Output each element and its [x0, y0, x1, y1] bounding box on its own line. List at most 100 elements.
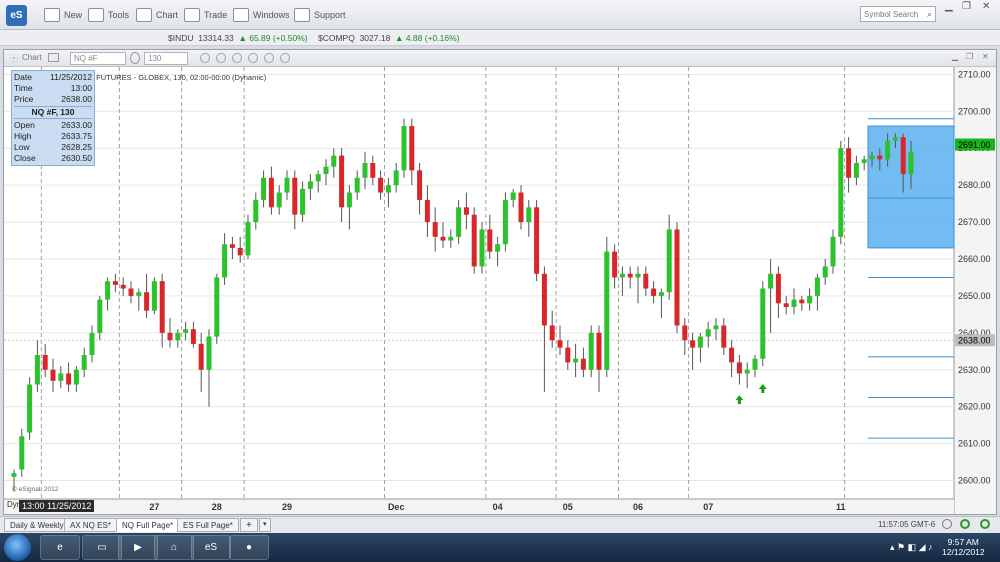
esignal-app-icon[interactable]: eS — [6, 5, 27, 26]
menu-tools[interactable]: Tools — [88, 0, 129, 30]
tabs-dropdown-button[interactable]: ▾ — [259, 518, 271, 532]
x-tick-label: Dec — [388, 502, 405, 512]
y-tick-label: 2680.00 — [958, 180, 991, 190]
candle-body — [315, 174, 321, 182]
play-icon[interactable] — [248, 53, 258, 63]
menu-windows[interactable]: Windows — [233, 0, 290, 30]
candle-body — [73, 369, 79, 385]
close-button[interactable]: ✕ — [982, 1, 990, 12]
candle-body — [651, 288, 657, 296]
menu-trade[interactable]: Trade — [184, 0, 227, 30]
recorder-icon[interactable]: ● — [229, 535, 269, 560]
pause-icon[interactable] — [264, 53, 274, 63]
candle-body — [346, 192, 352, 208]
globe-icon[interactable] — [942, 519, 952, 529]
chart-toolbar: ⿻ Chart NQ #F 130 ▁ ❐ ✕ — [4, 50, 996, 67]
app-header: eS New Tools Chart Trade Windows Support… — [0, 0, 1000, 30]
chart-window-icon: ⿻ — [10, 54, 18, 63]
status-time: 11:57:05 GMT-6 — [878, 520, 936, 529]
menu-support-label: Support — [314, 10, 346, 20]
candle-body — [596, 332, 602, 370]
power-icon[interactable] — [980, 519, 990, 529]
tab-es-full-page[interactable]: ES Full Page* — [177, 518, 239, 532]
link-icon[interactable] — [48, 53, 59, 62]
y-tick-label: 2660.00 — [958, 254, 991, 264]
candle-body — [549, 325, 555, 341]
esignal-icon[interactable]: eS — [191, 535, 231, 560]
ticker-indu[interactable]: $INDU 13314.33 ▲ 65.89 (+0.50%) — [168, 33, 308, 43]
minimize-button[interactable]: ▁ — [945, 1, 953, 12]
candle-body — [697, 336, 703, 348]
y-tick-label: 2610.00 — [958, 439, 991, 449]
start-button[interactable] — [4, 534, 31, 561]
menu-tools-label: Tools — [108, 10, 130, 20]
connection-status-icon[interactable] — [960, 519, 970, 529]
x-tick-label: 06 — [633, 502, 643, 512]
candle-body — [463, 207, 469, 215]
candle-body — [58, 373, 64, 381]
candle-body — [112, 281, 118, 285]
candle-body — [744, 369, 750, 374]
candle-body — [206, 336, 212, 370]
menu-new[interactable]: New — [44, 0, 82, 30]
add-tab-button[interactable]: + — [240, 518, 258, 532]
tray-icons[interactable]: ▴ ⚑ ◧ ◢ ♪ — [890, 542, 933, 553]
x-tick-label: 29 — [282, 502, 292, 512]
tab-daily-weekly[interactable]: Daily & Weekly — [4, 518, 70, 532]
candle-body — [136, 292, 142, 296]
candle-body — [479, 229, 485, 267]
candle-body — [261, 177, 267, 200]
candle-body — [729, 347, 735, 363]
y-tick-label: 2600.00 — [958, 476, 991, 486]
pencil-icon[interactable] — [200, 53, 210, 63]
candle-body — [354, 177, 360, 193]
chart-minimize-button[interactable]: ▁ — [952, 52, 958, 61]
ie-icon[interactable]: e — [40, 535, 80, 560]
zoom-out-icon[interactable] — [216, 53, 226, 63]
candle-body — [198, 343, 204, 370]
clock[interactable]: 9:57 AM 12/12/2012 — [942, 537, 985, 557]
folder-icon[interactable]: ▭ — [82, 535, 122, 560]
x-tick-label: 28 — [212, 502, 222, 512]
tab-ax-nq-es[interactable]: AX NQ ES* — [64, 518, 117, 532]
candle-body — [370, 163, 376, 178]
windows-icon — [233, 8, 249, 22]
symbol-input[interactable]: NQ #F — [70, 52, 126, 65]
symbol-search-input[interactable]: Symbol Search ⌕ — [860, 6, 936, 22]
candle-body — [401, 126, 407, 171]
price-chart[interactable]: 2600.002610.002620.002630.002640.002650.… — [4, 67, 996, 514]
ticker-compq[interactable]: $COMPQ 3027.18 ▲ 4.88 (+0.16%) — [318, 33, 459, 43]
ticker-bar: $INDU 13314.33 ▲ 65.89 (+0.50%) $COMPQ 3… — [0, 30, 1000, 46]
candle-body — [588, 332, 594, 370]
candle-body — [814, 277, 820, 296]
candle-body — [604, 251, 610, 370]
zoom-in-icon[interactable] — [232, 53, 242, 63]
candle-body — [760, 288, 766, 359]
x-tick-label: 27 — [149, 502, 159, 512]
candle-body — [892, 137, 898, 141]
candle-body — [775, 273, 781, 304]
tab-nq-full-page[interactable]: NQ Full Page* — [116, 518, 180, 532]
candle-body — [456, 207, 462, 237]
symbol-refresh-icon[interactable] — [130, 52, 140, 64]
candle-body — [417, 170, 423, 200]
buy-arrow — [758, 384, 767, 393]
link-chain-icon[interactable] — [280, 53, 290, 63]
time-axis-panel — [4, 499, 954, 514]
candle-body — [627, 273, 633, 278]
candle-body — [736, 362, 742, 374]
media-icon[interactable]: ▶ — [118, 535, 158, 560]
chart-maximize-button[interactable]: ❐ — [966, 52, 973, 61]
candle-body — [908, 151, 914, 175]
page-tabs: Daily & Weekly AX NQ ES* NQ Full Page* E… — [0, 516, 1000, 533]
network-icon[interactable]: ⌂ — [154, 535, 194, 560]
menu-new-label: New — [64, 10, 83, 20]
chart-close-button[interactable]: ✕ — [982, 52, 989, 61]
maximize-button[interactable]: ❐ — [962, 1, 971, 12]
candle-body — [440, 236, 446, 241]
interval-input[interactable]: 130 — [144, 52, 188, 65]
candle-body — [120, 284, 126, 289]
menu-chart[interactable]: Chart — [136, 0, 178, 30]
menu-support[interactable]: Support — [294, 0, 346, 30]
candle-body — [175, 332, 181, 341]
